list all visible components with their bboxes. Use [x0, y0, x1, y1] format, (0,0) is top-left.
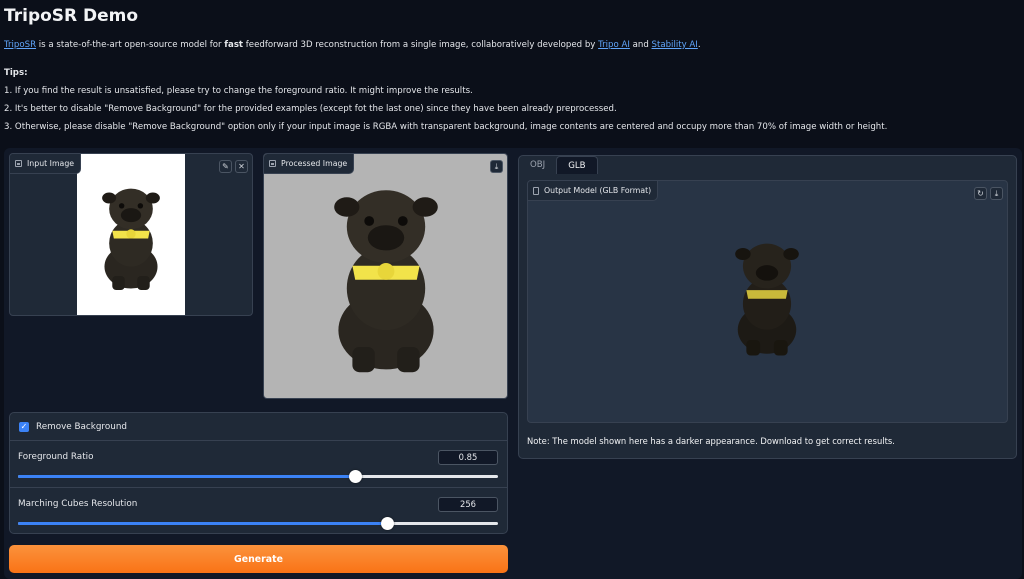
marching-cubes-row: Marching Cubes Resolution 256 — [10, 489, 507, 535]
foreground-ratio-slider[interactable] — [18, 470, 498, 483]
input-image-panel[interactable]: Input Image ✎ ✕ — [9, 153, 253, 316]
close-icon[interactable]: ✕ — [235, 160, 248, 173]
generate-button[interactable]: Generate — [9, 545, 508, 573]
image-icon — [15, 160, 22, 167]
marching-cubes-thumb[interactable] — [380, 517, 394, 530]
foreground-ratio-fill — [18, 475, 356, 478]
remove-background-checkbox[interactable]: ✓ — [19, 421, 29, 432]
output-model-label: Output Model (GLB Format) — [528, 181, 659, 201]
marching-cubes-slider[interactable] — [18, 517, 498, 530]
processed-image-label: Processed Image — [264, 154, 355, 174]
output-tabs: OBJ GLB — [519, 156, 1016, 174]
processed-image-panel: Processed Image ⤓ — [263, 153, 508, 399]
remove-background-row[interactable]: ✓ Remove Background — [10, 413, 507, 441]
file-icon — [533, 186, 539, 195]
tip-1: 1. If you find the result is unsatisfied… — [4, 86, 473, 96]
download-icon[interactable]: ⤓ — [490, 160, 503, 173]
tip-2: 2. It's better to disable "Remove Backgr… — [4, 104, 617, 114]
stability-ai-link[interactable]: Stability AI — [652, 40, 698, 50]
model-pug-render — [724, 231, 810, 363]
output-panel: OBJ GLB Output Model (GLB Format) ↻ ⤓ No… — [518, 155, 1017, 459]
triposr-link[interactable]: TripoSR — [4, 40, 36, 50]
output-note: Note: The model shown here has a darker … — [527, 436, 895, 446]
refresh-icon[interactable]: ↻ — [974, 187, 987, 200]
foreground-ratio-row: Foreground Ratio 0.85 — [10, 442, 507, 488]
tab-glb[interactable]: GLB — [556, 156, 598, 174]
marching-cubes-label: Marching Cubes Resolution — [18, 499, 138, 509]
tab-obj[interactable]: OBJ — [519, 156, 556, 174]
intro-text: TripoSR is a state-of-the-art open-sourc… — [4, 40, 701, 50]
pug-image — [92, 182, 170, 292]
page-title: TripoSR Demo — [4, 6, 139, 26]
input-image — [77, 154, 185, 315]
tips-heading: Tips: — [4, 68, 28, 78]
image-icon — [269, 160, 276, 167]
output-model-viewer[interactable]: Output Model (GLB Format) ↻ ⤓ — [527, 180, 1008, 423]
foreground-ratio-label: Foreground Ratio — [18, 452, 94, 462]
tripo-ai-link[interactable]: Tripo AI — [598, 40, 630, 50]
input-image-label: Input Image — [10, 154, 82, 174]
foreground-ratio-thumb[interactable] — [348, 470, 362, 483]
pencil-icon[interactable]: ✎ — [219, 160, 232, 173]
marching-cubes-input[interactable]: 256 — [438, 497, 498, 512]
remove-background-label: Remove Background — [36, 421, 127, 432]
marching-cubes-fill — [18, 522, 388, 525]
tip-3: 3. Otherwise, please disable "Remove Bac… — [4, 122, 888, 132]
foreground-ratio-input[interactable]: 0.85 — [438, 450, 498, 465]
processed-pug-image — [316, 174, 456, 380]
download-icon[interactable]: ⤓ — [990, 187, 1003, 200]
controls-panel: ✓ Remove Background Foreground Ratio 0.8… — [9, 412, 508, 534]
